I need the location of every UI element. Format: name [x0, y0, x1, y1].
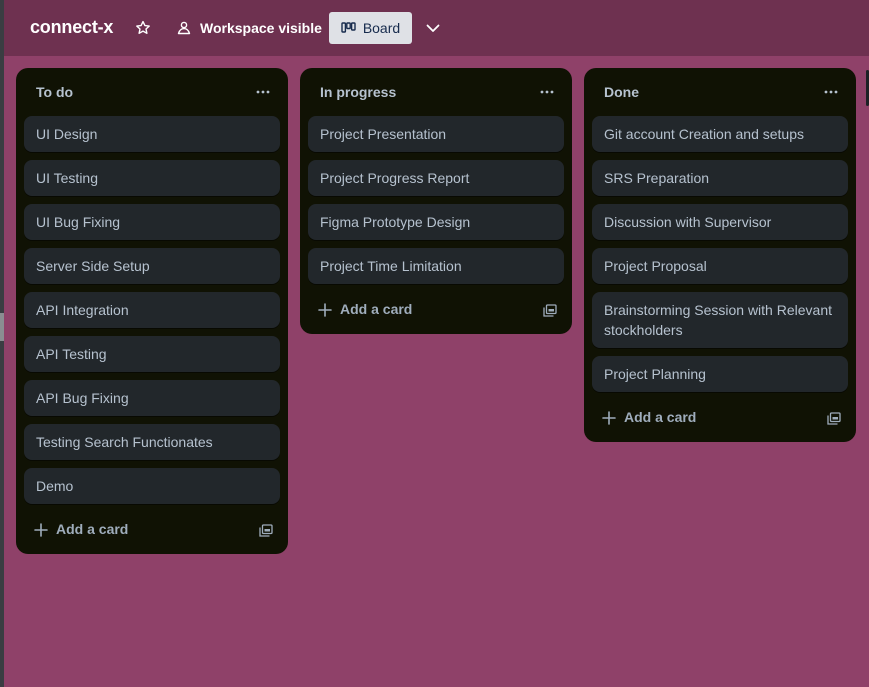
plus-icon [318, 303, 332, 317]
list-to-do: To do UI Design UI Testing UI Bug Fixing… [16, 68, 288, 554]
list-actions-button[interactable] [534, 80, 560, 104]
board-view-icon [341, 21, 356, 33]
board-view-label: Board [362, 20, 401, 36]
card-template-icon [543, 303, 557, 317]
plus-icon [34, 523, 48, 537]
list-title[interactable]: To do [36, 84, 73, 100]
list-header[interactable]: Done [584, 68, 856, 114]
list-title[interactable]: Done [604, 84, 639, 100]
list-in-progress: In progress Project Presentation Project… [300, 68, 572, 334]
add-card-label: Add a card [56, 521, 129, 537]
card[interactable]: Project Proposal [592, 248, 848, 284]
card[interactable]: Git account Creation and setups [592, 116, 848, 152]
board-title[interactable]: connect-x [30, 17, 113, 38]
plus-icon [602, 411, 616, 425]
card[interactable]: UI Design [24, 116, 280, 152]
card[interactable]: Project Progress Report [308, 160, 564, 196]
board-view-button[interactable]: Board [329, 12, 412, 44]
card[interactable]: Server Side Setup [24, 248, 280, 284]
more-horizontal-icon [824, 90, 838, 94]
add-card-label: Add a card [624, 409, 697, 425]
card[interactable]: API Integration [24, 292, 280, 328]
list-actions-button[interactable] [250, 80, 276, 104]
card[interactable]: Project Time Limitation [308, 248, 564, 284]
list-title[interactable]: In progress [320, 84, 396, 100]
card[interactable]: SRS Preparation [592, 160, 848, 196]
card[interactable]: Brainstorming Session with Relevant stoc… [592, 292, 848, 348]
board-header: connect-x Workspace visible Board [4, 0, 869, 56]
create-from-template-button[interactable] [820, 406, 848, 430]
workspace-visibility-label: Workspace visible [200, 20, 322, 36]
card[interactable]: Project Planning [592, 356, 848, 392]
add-card-button[interactable]: Add a card [24, 514, 280, 546]
card[interactable]: UI Testing [24, 160, 280, 196]
create-from-template-button[interactable] [536, 298, 564, 322]
card[interactable]: UI Bug Fixing [24, 204, 280, 240]
workspace-visibility-button[interactable]: Workspace visible [174, 14, 324, 42]
star-icon [136, 20, 150, 34]
more-horizontal-icon [540, 90, 554, 94]
card[interactable]: Figma Prototype Design [308, 204, 564, 240]
add-card-button[interactable]: Add a card [308, 294, 564, 326]
card[interactable]: Project Presentation [308, 116, 564, 152]
more-horizontal-icon [256, 90, 270, 94]
add-card-button[interactable]: Add a card [592, 402, 848, 434]
create-from-template-button[interactable] [252, 518, 280, 542]
workspace-visibility-icon [177, 21, 191, 35]
list-actions-button[interactable] [818, 80, 844, 104]
view-switcher-button[interactable] [422, 16, 444, 40]
list-header[interactable]: In progress [300, 68, 572, 114]
left-edge-handle [0, 313, 4, 341]
card-template-icon [827, 411, 841, 425]
star-board-button[interactable] [132, 16, 154, 40]
window-left-edge [0, 0, 4, 687]
card[interactable]: API Testing [24, 336, 280, 372]
card[interactable]: Demo [24, 468, 280, 504]
card-template-icon [259, 523, 273, 537]
add-card-label: Add a card [340, 301, 413, 317]
list-done: Done Git account Creation and setups SRS… [584, 68, 856, 442]
list-header[interactable]: To do [16, 68, 288, 114]
card[interactable]: Discussion with Supervisor [592, 204, 848, 240]
card[interactable]: Testing Search Functionates [24, 424, 280, 460]
card[interactable]: API Bug Fixing [24, 380, 280, 416]
chevron-down-icon [426, 24, 440, 32]
